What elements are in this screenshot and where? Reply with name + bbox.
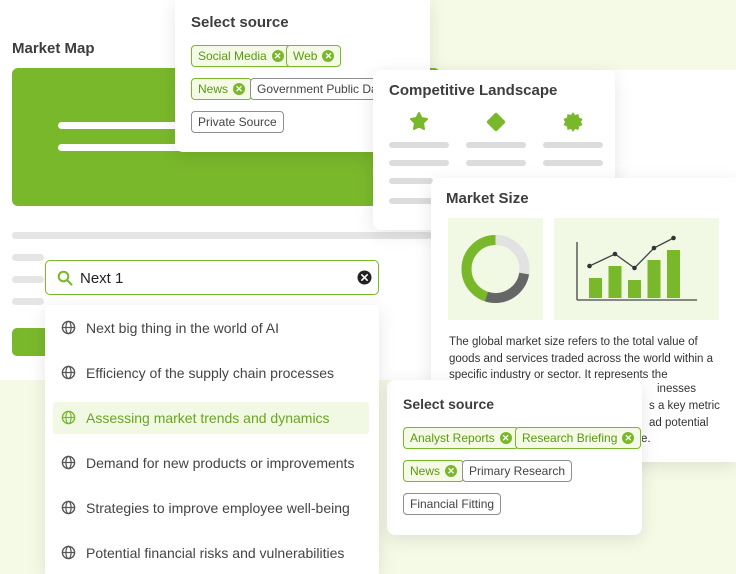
globe-icon bbox=[61, 500, 76, 515]
suggestion-dropdown: Next big thing in the world of AI Effici… bbox=[45, 305, 379, 574]
description-fragment: inesses bbox=[657, 383, 696, 395]
placeholder-line bbox=[543, 160, 603, 166]
chip-label: Private Source bbox=[198, 115, 277, 129]
bar-1 bbox=[589, 278, 602, 298]
donut-panel bbox=[448, 218, 543, 320]
placeholder-line bbox=[543, 142, 603, 148]
placeholder-line bbox=[466, 160, 526, 166]
suggestion-item[interactable]: Potential financial risks and vulnerabil… bbox=[53, 537, 369, 569]
background-accent bbox=[430, 0, 736, 70]
search-input[interactable]: Next 1 bbox=[45, 260, 379, 295]
bar-chart-panel bbox=[554, 218, 719, 320]
remove-icon[interactable]: ✕ bbox=[445, 465, 458, 477]
chip-social-media[interactable]: Social Media ✕ bbox=[191, 45, 291, 67]
placeholder-line bbox=[389, 160, 449, 166]
globe-icon bbox=[61, 410, 76, 425]
suggestion-item[interactable]: Demand for new products or improvements bbox=[53, 447, 369, 479]
flower-icon bbox=[410, 112, 428, 130]
suggestion-item[interactable]: Next big thing in the world of AI bbox=[53, 312, 369, 344]
bar-5 bbox=[667, 250, 680, 298]
globe-icon bbox=[61, 365, 76, 380]
suggestion-label: Efficiency of the supply chain processes bbox=[86, 365, 334, 381]
chip-label: Government Public Data bbox=[257, 82, 388, 96]
remove-icon[interactable]: ✕ bbox=[622, 432, 635, 444]
trend-point-5 bbox=[671, 235, 676, 241]
suggestion-item[interactable]: Strategies to improve employee well-bein… bbox=[53, 492, 369, 524]
chip-analyst-reports[interactable]: Analyst Reports ✕ bbox=[403, 427, 519, 449]
search-value: Next 1 bbox=[80, 270, 124, 287]
chip-label: Research Briefing bbox=[522, 431, 618, 445]
placeholder-line bbox=[12, 232, 432, 239]
chip-label: Analyst Reports bbox=[410, 431, 495, 445]
globe-icon bbox=[61, 320, 76, 335]
globe-icon bbox=[61, 545, 76, 560]
donut-secondary-arc bbox=[484, 272, 530, 303]
diamond-icon bbox=[486, 112, 506, 132]
remove-icon[interactable]: ✕ bbox=[233, 83, 246, 95]
suggestion-item-active[interactable]: Assessing market trends and dynamics bbox=[53, 402, 369, 434]
description-text: The global market size refers to the tot… bbox=[449, 336, 714, 381]
bar-2 bbox=[608, 266, 622, 298]
donut-chart bbox=[461, 235, 530, 303]
chip-label: Web bbox=[293, 49, 318, 63]
market-size-title: Market Size bbox=[446, 190, 529, 207]
trend-point-3 bbox=[632, 265, 637, 271]
chip-primary-research[interactable]: Primary Research bbox=[462, 460, 573, 482]
suggestion-label: Assessing market trends and dynamics bbox=[86, 410, 330, 426]
chip-research-briefing[interactable]: Research Briefing ✕ bbox=[515, 427, 642, 449]
chip-web[interactable]: Web ✕ bbox=[286, 45, 342, 67]
select-source-title: Select source bbox=[403, 396, 495, 412]
suggestion-item[interactable]: Efficiency of the supply chain processes bbox=[53, 357, 369, 389]
chip-news[interactable]: News ✕ bbox=[403, 460, 465, 482]
banner-line bbox=[58, 122, 186, 129]
chip-label: News bbox=[410, 464, 441, 478]
suggestion-label: Potential financial risks and vulnerabil… bbox=[86, 545, 345, 561]
bar-chart bbox=[576, 235, 697, 301]
search-icon bbox=[57, 270, 73, 286]
placeholder-line bbox=[12, 254, 44, 261]
badge-icon bbox=[563, 112, 583, 132]
bar-3 bbox=[628, 280, 641, 298]
suggestion-label: Demand for new products or improvements bbox=[86, 455, 355, 471]
remove-icon[interactable]: ✕ bbox=[322, 50, 335, 62]
placeholder-line bbox=[389, 142, 449, 148]
placeholder-line bbox=[466, 142, 526, 148]
trend-point-4 bbox=[651, 245, 657, 251]
trend-line bbox=[589, 237, 674, 269]
placeholder-line bbox=[12, 276, 44, 283]
bar-4 bbox=[647, 260, 661, 298]
description-fragment: ad potential bbox=[649, 417, 709, 429]
placeholder-line bbox=[389, 178, 433, 184]
chip-label: Primary Research bbox=[469, 464, 566, 478]
market-map-title: Market Map bbox=[12, 40, 95, 57]
chip-financial-fitting[interactable]: Financial Fitting bbox=[403, 493, 502, 515]
trend-point-2 bbox=[612, 251, 618, 257]
select-source-card-bottom: Select source Analyst Reports ✕ Research … bbox=[387, 380, 642, 535]
chip-label: News bbox=[198, 82, 229, 96]
remove-icon[interactable]: ✕ bbox=[271, 50, 284, 62]
chip-private-source[interactable]: Private Source bbox=[191, 111, 284, 133]
trend-point-1 bbox=[587, 263, 592, 269]
competitive-landscape-title: Competitive Landscape bbox=[389, 82, 558, 99]
chip-news[interactable]: News ✕ bbox=[191, 78, 253, 100]
suggestion-label: Next big thing in the world of AI bbox=[86, 320, 279, 336]
placeholder-line bbox=[12, 298, 44, 305]
remove-icon[interactable]: ✕ bbox=[499, 432, 512, 444]
chip-label: Financial Fitting bbox=[410, 497, 495, 511]
select-source-title: Select source bbox=[191, 14, 289, 31]
globe-icon bbox=[61, 455, 76, 470]
description-fragment: s a key metric bbox=[649, 400, 720, 412]
description-fragment: e. bbox=[641, 433, 651, 445]
chip-label: Social Media bbox=[198, 49, 267, 63]
placeholder-line bbox=[389, 198, 433, 204]
banner-line bbox=[58, 144, 186, 151]
market-size-description: The global market size refers to the tot… bbox=[449, 334, 729, 384]
suggestion-label: Strategies to improve employee well-bein… bbox=[86, 500, 350, 516]
close-icon[interactable] bbox=[357, 270, 372, 285]
